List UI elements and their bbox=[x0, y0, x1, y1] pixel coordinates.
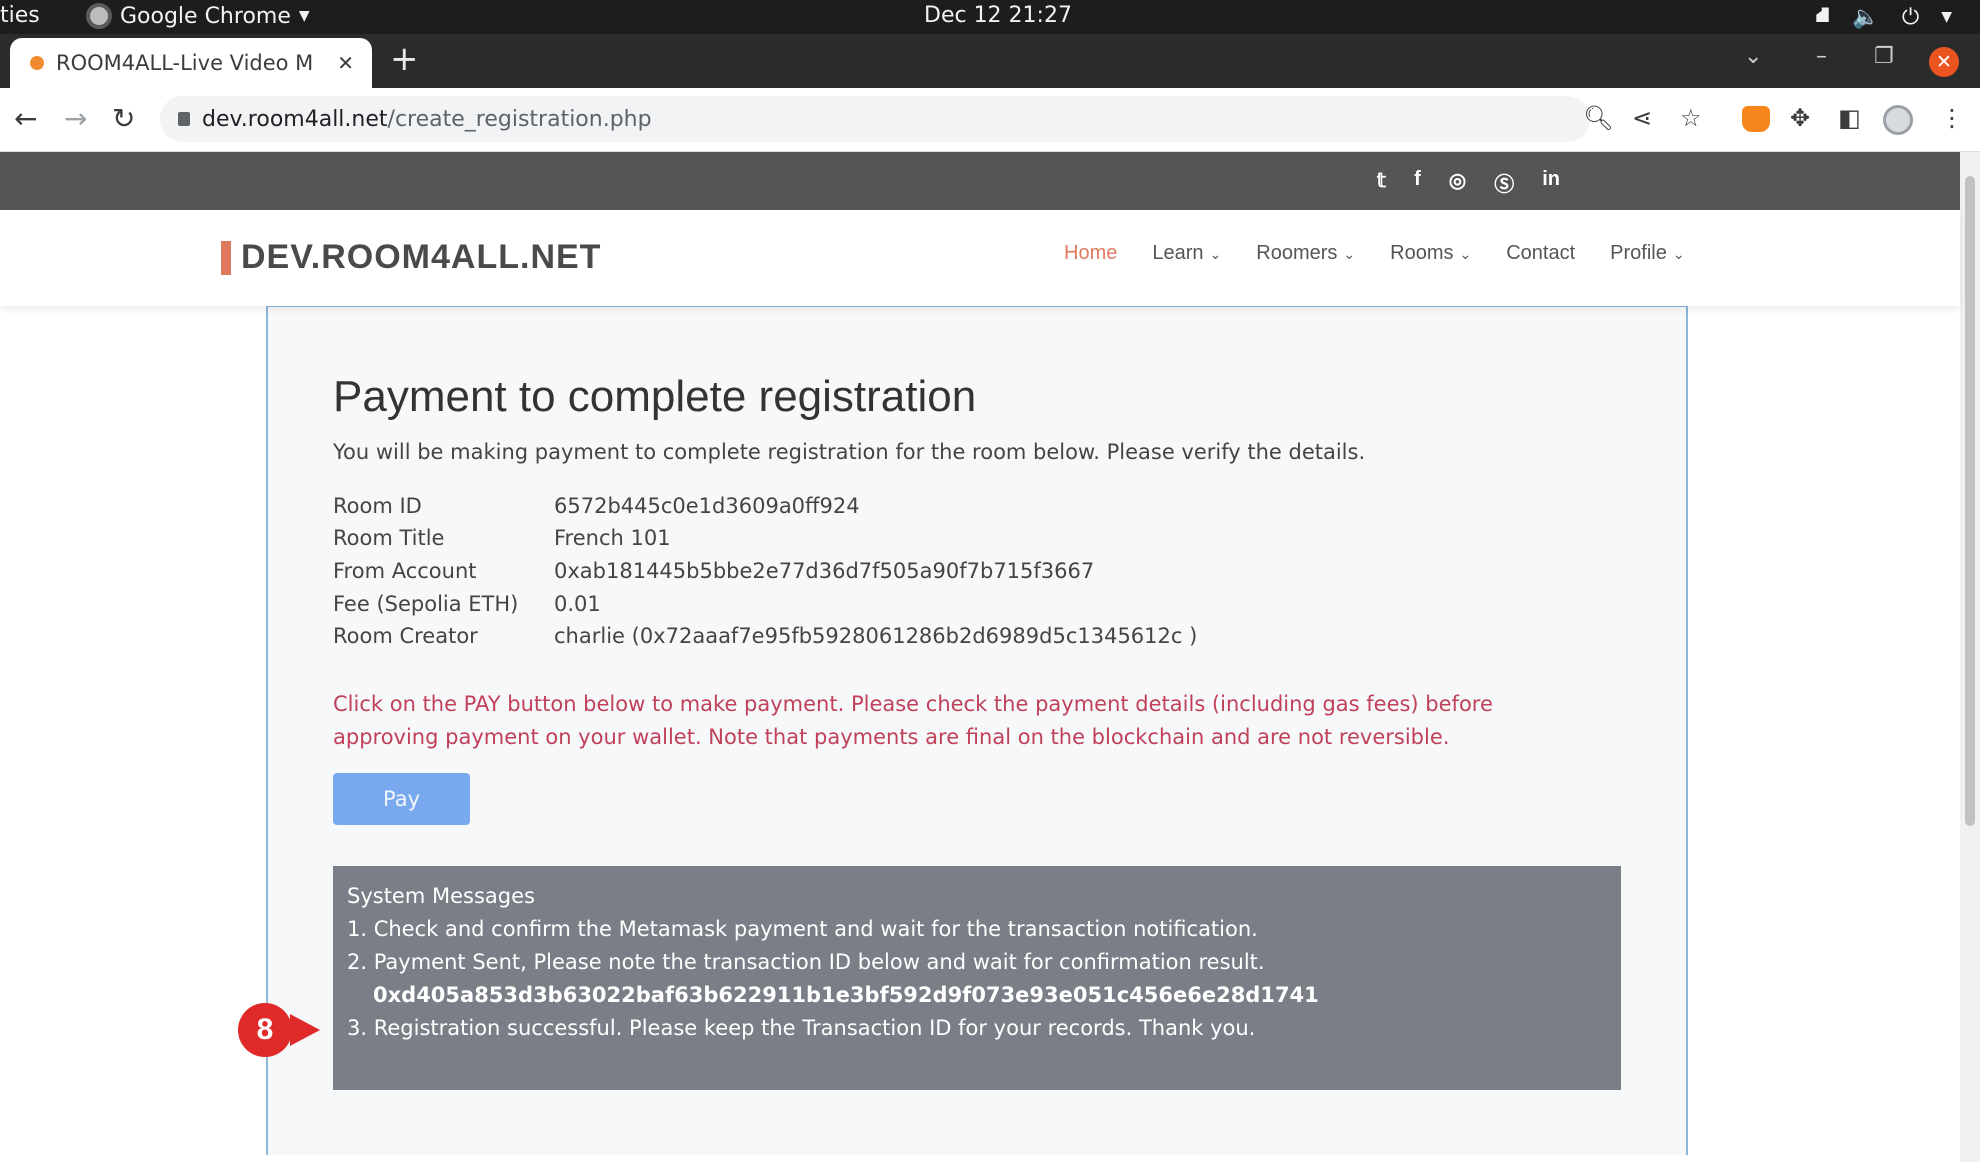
messages-title: System Messages bbox=[347, 884, 535, 908]
intro-text: You will be making payment to complete r… bbox=[333, 440, 1366, 464]
browser-toolbar: ← → ↻ dev.room4all.net/create_registrati… bbox=[0, 88, 1980, 152]
app-menu[interactable]: Google Chrome ▼ bbox=[86, 3, 310, 29]
share-icon[interactable]: ⋖ bbox=[1632, 104, 1652, 132]
app-name: Google Chrome bbox=[120, 3, 291, 29]
logo-accent-bar bbox=[221, 240, 231, 275]
favicon-icon bbox=[30, 56, 44, 70]
tab-title: ROOM4ALL-Live Video M bbox=[56, 51, 314, 75]
site-header: DEV.ROOM4ALL.NET Home Learn ⌄ Roomers ⌄ Ro… bbox=[0, 210, 1960, 306]
tab-strip: ROOM4ALL-Live Video M ✕ + ⌄ – ❐ bbox=[0, 34, 1980, 88]
social-bar: 𝕥 f ◎ Ⓢ in bbox=[0, 152, 1960, 210]
payment-warning: Click on the PAY button below to make pa… bbox=[333, 692, 1493, 749]
message-line: 3. Registration successful. Please keep … bbox=[347, 1016, 1256, 1040]
instagram-icon[interactable]: ◎ bbox=[1449, 168, 1466, 197]
pay-button[interactable]: Pay bbox=[333, 773, 470, 825]
browser-tab[interactable]: ROOM4ALL-Live Video M ✕ bbox=[10, 38, 372, 88]
detail-label-from-account: From Account bbox=[333, 559, 477, 583]
clock[interactable]: Dec 12 21:27 bbox=[924, 3, 1072, 28]
back-icon[interactable]: ← bbox=[14, 102, 37, 135]
nav-profile[interactable]: Profile ⌄ bbox=[1610, 242, 1684, 265]
detail-label-fee: Fee (Sepolia ETH) bbox=[333, 592, 519, 616]
detail-value-room-id: 6572b445c0e1d3609a0ff924 bbox=[554, 494, 860, 518]
close-tab-icon[interactable]: ✕ bbox=[337, 51, 354, 75]
metamask-extension-icon[interactable] bbox=[1742, 106, 1770, 132]
main-menu: Home Learn ⌄ Roomers ⌄ Rooms ⌄ Contact Prof… bbox=[1064, 242, 1685, 265]
forward-icon[interactable]: → bbox=[64, 102, 87, 135]
window-close-button[interactable]: ✕ bbox=[1929, 47, 1959, 77]
step-marker-badge: 8 bbox=[238, 1003, 292, 1057]
url-path: /create_registration.php bbox=[387, 106, 652, 132]
restore-icon[interactable]: ❐ bbox=[1874, 44, 1894, 69]
linkedin-icon[interactable]: in bbox=[1542, 168, 1560, 197]
detail-label-room-id: Room ID bbox=[333, 494, 422, 518]
zoom-icon[interactable]: 🔍︎ bbox=[1583, 104, 1613, 132]
nav-rooms[interactable]: Rooms ⌄ bbox=[1390, 242, 1471, 265]
site-logo[interactable]: DEV.ROOM4ALL.NET bbox=[221, 238, 601, 277]
message-line: 1. Check and confirm the Metamask paymen… bbox=[347, 917, 1258, 941]
minimize-icon[interactable]: – bbox=[1816, 44, 1827, 69]
volume-icon: 🔈 bbox=[1852, 4, 1880, 30]
bookmark-star-icon[interactable]: ☆ bbox=[1680, 104, 1702, 132]
power-icon: ⏻ bbox=[1901, 4, 1920, 30]
system-tray[interactable]: ⛘ 🔈 ⏻ ▼ bbox=[1815, 3, 1952, 31]
nav-rooms-label: Rooms bbox=[1390, 242, 1454, 264]
url-host: dev.room4all.net bbox=[202, 106, 388, 132]
os-top-bar: ties Google Chrome ▼ Dec 12 21:27 ⛘ 🔈 ⏻ … bbox=[0, 0, 1980, 34]
address-bar[interactable]: dev.room4all.net/create_registration.php bbox=[160, 96, 1590, 142]
logo-text: DEV.ROOM4ALL.NET bbox=[241, 238, 602, 276]
chevron-down-icon: ▼ bbox=[1941, 9, 1952, 25]
nav-roomers[interactable]: Roomers ⌄ bbox=[1256, 242, 1355, 265]
nav-home[interactable]: Home bbox=[1064, 242, 1117, 265]
page-title: Payment to complete registration bbox=[333, 372, 977, 421]
message-line: 2. Payment Sent, Please note the transac… bbox=[347, 950, 1265, 974]
reload-icon[interactable]: ↻ bbox=[112, 102, 135, 135]
detail-value-fee: 0.01 bbox=[554, 592, 601, 616]
chevron-down-icon: ⌄ bbox=[1459, 246, 1472, 262]
chevron-down-icon: ⌄ bbox=[1672, 246, 1685, 262]
detail-value-room-title: French 101 bbox=[554, 526, 671, 550]
detail-value-room-creator: charlie (0x72aaaf7e95fb5928061286b2d6989… bbox=[554, 624, 1198, 648]
chevron-down-icon: ▼ bbox=[298, 8, 310, 24]
tab-search-icon[interactable]: ⌄ bbox=[1744, 44, 1762, 69]
nav-roomers-label: Roomers bbox=[1256, 242, 1338, 264]
side-panel-icon[interactable]: ◧ bbox=[1838, 104, 1861, 132]
detail-label-room-title: Room Title bbox=[333, 526, 445, 550]
skype-icon[interactable]: Ⓢ bbox=[1494, 168, 1514, 197]
extensions-puzzle-icon[interactable]: ✥ bbox=[1790, 104, 1810, 132]
step-arrow-icon bbox=[290, 1014, 320, 1046]
facebook-icon[interactable]: f bbox=[1414, 168, 1421, 197]
network-icon: ⛘ bbox=[1814, 3, 1831, 28]
system-messages-panel: System Messages 1. Check and confirm the… bbox=[333, 866, 1621, 1090]
chrome-menu-icon[interactable]: ⋮ bbox=[1940, 104, 1964, 132]
activities-label[interactable]: ties bbox=[0, 3, 40, 28]
detail-value-from-account: 0xab181445b5bbe2e77d36d7f505a90f7b715f36… bbox=[554, 559, 1095, 583]
transaction-id: 0xd405a853d3b63022baf63b622911b1e3bf592d… bbox=[373, 983, 1319, 1007]
nav-learn-label: Learn bbox=[1152, 242, 1204, 264]
page-scrollbar[interactable] bbox=[1960, 152, 1980, 1162]
profile-avatar[interactable] bbox=[1883, 105, 1913, 135]
detail-label-room-creator: Room Creator bbox=[333, 624, 478, 648]
nav-contact[interactable]: Contact bbox=[1506, 242, 1575, 265]
scrollbar-thumb[interactable] bbox=[1965, 176, 1975, 826]
twitter-icon[interactable]: 𝕥 bbox=[1377, 168, 1386, 197]
chrome-icon bbox=[86, 3, 112, 29]
nav-learn[interactable]: Learn ⌄ bbox=[1152, 242, 1221, 265]
nav-profile-label: Profile bbox=[1610, 242, 1667, 264]
new-tab-button[interactable]: + bbox=[390, 42, 419, 76]
chevron-down-icon: ⌄ bbox=[1343, 246, 1356, 262]
chevron-down-icon: ⌄ bbox=[1209, 246, 1222, 262]
lock-icon[interactable] bbox=[178, 112, 190, 126]
